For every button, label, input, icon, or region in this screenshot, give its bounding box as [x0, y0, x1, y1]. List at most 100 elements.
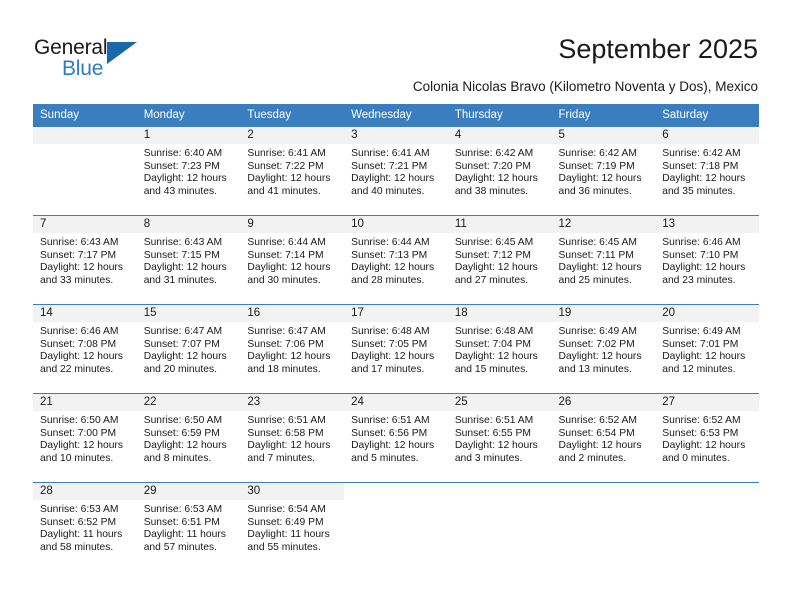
day-daylight-line-text: Daylight: 12 hours	[662, 351, 746, 363]
day-daylight-line-text: and 43 minutes.	[143, 185, 217, 197]
day-daylight-line-text: Daylight: 12 hours	[247, 173, 331, 185]
calendar-day-cell[interactable]: 26 Sunrise: 6:52 AM Sunset: 6:54 PM Dayligh…	[551, 393, 656, 483]
day-number: 3	[344, 127, 448, 144]
calendar-body: 1 Sunrise: 6:40 AM Sunset: 7:23 PM Daylight…	[33, 126, 759, 571]
day-sunrise-text: Sunrise: 6:51 AM	[454, 415, 534, 426]
calendar-day-cell[interactable]: 20 Sunrise: 6:49 AM Sunset: 7:01 PM Dayligh…	[655, 304, 759, 394]
calendar-day-cell[interactable]: 12 Sunrise: 6:45 AM Sunset: 7:11 PM Dayligh…	[551, 215, 656, 305]
day-daylight-line-text: Daylight: 12 hours	[247, 262, 331, 274]
day-number: 18	[447, 305, 552, 322]
calendar-day-cell[interactable]: 5 Sunrise: 6:42 AM Sunset: 7:19 PM Daylight…	[551, 126, 656, 216]
day-sunrise-text: Sunrise: 6:53 AM	[143, 504, 223, 515]
day-sun-info: Sunrise: 6:53 AM Sunset: 6:52 PM Daylight:…	[33, 500, 137, 554]
day-number: 12	[551, 216, 656, 233]
day-daylight-line-text: Daylight: 12 hours	[558, 440, 642, 452]
day-sunset-text: Sunset: 7:20 PM	[454, 160, 531, 172]
day-number: 28	[33, 483, 137, 500]
calendar-day-cell[interactable]: 6 Sunrise: 6:42 AM Sunset: 7:18 PM Daylight…	[655, 126, 759, 216]
day-sunrise-text: Sunrise: 6:51 AM	[351, 415, 430, 426]
calendar-day-cell[interactable]: 10 Sunrise: 6:44 AM Sunset: 7:13 PM Dayligh…	[344, 215, 448, 305]
day-sun-info: Sunrise: 6:51 AM Sunset: 6:58 PM Daylight:…	[240, 411, 344, 465]
day-sunset-text: Sunset: 7:12 PM	[454, 249, 531, 261]
calendar-day-cell[interactable]: 29 Sunrise: 6:53 AM Sunset: 6:51 PM Dayligh…	[136, 482, 241, 571]
day-daylight-line-text: and 31 minutes.	[143, 274, 217, 286]
calendar-day-cell[interactable]: 22 Sunrise: 6:50 AM Sunset: 6:59 PM Dayligh…	[136, 393, 241, 483]
day-sunrise-text: Sunrise: 6:49 AM	[662, 326, 741, 337]
day-number: 25	[447, 394, 552, 411]
calendar-grid: Sunday Monday Tuesday Wednesday Thursday…	[33, 104, 759, 571]
day-daylight-line-text: and 7 minutes.	[247, 452, 315, 464]
calendar-day-cell[interactable]: 21 Sunrise: 6:50 AM Sunset: 7:00 PM Dayligh…	[33, 393, 137, 483]
page-title: September 2025	[558, 34, 758, 64]
calendar-day-cell[interactable]: 11 Sunrise: 6:45 AM Sunset: 7:12 PM Dayligh…	[447, 215, 552, 305]
day-number: 26	[551, 394, 656, 411]
calendar-day-cell[interactable]: 9 Sunrise: 6:44 AM Sunset: 7:14 PM Daylight…	[240, 215, 345, 305]
calendar-day-cell[interactable]: 2 Sunrise: 6:41 AM Sunset: 7:22 PM Daylight…	[240, 126, 345, 216]
day-sunrise-text: Sunrise: 6:53 AM	[40, 504, 119, 515]
calendar-day-cell[interactable]: 17 Sunrise: 6:48 AM Sunset: 7:05 PM Dayligh…	[344, 304, 448, 394]
day-number: 23	[240, 394, 345, 411]
weekday-header-thursday: Thursday	[447, 104, 552, 127]
calendar-day-cell[interactable]: 15 Sunrise: 6:47 AM Sunset: 7:07 PM Dayligh…	[136, 304, 241, 394]
day-sun-info: Sunrise: 6:52 AM Sunset: 6:54 PM Daylight:…	[552, 411, 656, 465]
day-daylight-line-text: and 12 minutes.	[662, 363, 736, 375]
day-daylight-line-text: Daylight: 12 hours	[662, 173, 746, 185]
calendar-day-cell[interactable]	[33, 126, 137, 216]
day-sun-info: Sunrise: 6:43 AM Sunset: 7:17 PM Daylight:…	[33, 233, 137, 287]
day-daylight-line-text: Daylight: 12 hours	[143, 351, 227, 363]
day-sun-info: Sunrise: 6:50 AM Sunset: 6:59 PM Daylight:…	[137, 411, 241, 465]
page-subtitle: Colonia Nicolas Bravo (Kilometro Noventa…	[412, 79, 758, 94]
calendar-day-cell[interactable]: 18 Sunrise: 6:48 AM Sunset: 7:04 PM Dayligh…	[447, 304, 552, 394]
calendar-day-cell[interactable]: 24 Sunrise: 6:51 AM Sunset: 6:56 PM Dayligh…	[344, 393, 448, 483]
day-sunrise-text: Sunrise: 6:50 AM	[143, 415, 223, 426]
calendar-page: General Blue September 2025 Colonia Nico…	[0, 0, 792, 612]
day-sunset-text: Sunset: 7:10 PM	[662, 249, 739, 261]
day-sun-info: Sunrise: 6:42 AM Sunset: 7:20 PM Daylight:…	[448, 144, 552, 198]
calendar-day-cell[interactable]: 1 Sunrise: 6:40 AM Sunset: 7:23 PM Daylight…	[136, 126, 241, 216]
calendar-day-cell[interactable]: 23 Sunrise: 6:51 AM Sunset: 6:58 PM Dayligh…	[240, 393, 345, 483]
day-sunset-text: Sunset: 7:15 PM	[143, 249, 220, 261]
calendar-day-cell[interactable]: 13 Sunrise: 6:46 AM Sunset: 7:10 PM Dayligh…	[655, 215, 759, 305]
day-sunset-text: Sunset: 7:06 PM	[247, 338, 324, 350]
calendar-day-cell[interactable]	[551, 482, 656, 571]
calendar-day-cell[interactable]: 27 Sunrise: 6:52 AM Sunset: 6:53 PM Dayligh…	[655, 393, 759, 483]
logo-text-blue: Blue	[62, 57, 104, 80]
day-sunset-text: Sunset: 6:59 PM	[143, 427, 220, 439]
day-number	[447, 483, 552, 500]
day-daylight-line-text: and 55 minutes.	[247, 541, 321, 553]
calendar-day-cell[interactable]: 16 Sunrise: 6:47 AM Sunset: 7:06 PM Dayligh…	[240, 304, 345, 394]
calendar-day-cell[interactable]	[447, 482, 552, 571]
calendar-day-cell[interactable]	[344, 482, 448, 571]
calendar-day-cell[interactable]: 4 Sunrise: 6:42 AM Sunset: 7:20 PM Daylight…	[447, 126, 552, 216]
day-daylight-line-text: and 36 minutes.	[558, 185, 632, 197]
day-sun-info: Sunrise: 6:50 AM Sunset: 7:00 PM Daylight:…	[33, 411, 137, 465]
day-daylight-line-text: Daylight: 11 hours	[40, 529, 123, 541]
calendar-day-cell[interactable]: 3 Sunrise: 6:41 AM Sunset: 7:21 PM Daylight…	[344, 126, 448, 216]
day-sunrise-text: Sunrise: 6:44 AM	[351, 237, 430, 248]
calendar-day-cell[interactable]: 28 Sunrise: 6:53 AM Sunset: 6:52 PM Dayligh…	[33, 482, 137, 571]
day-number: 13	[655, 216, 759, 233]
calendar-day-cell[interactable]: 30 Sunrise: 6:54 AM Sunset: 6:49 PM Dayligh…	[240, 482, 345, 571]
day-sun-info: Sunrise: 6:46 AM Sunset: 7:10 PM Daylight:…	[655, 233, 759, 287]
day-daylight-line-text: and 35 minutes.	[662, 185, 736, 197]
day-sun-info: Sunrise: 6:45 AM Sunset: 7:12 PM Daylight:…	[448, 233, 552, 287]
calendar-week-row: 14 Sunrise: 6:46 AM Sunset: 7:08 PM Dayligh…	[33, 304, 759, 394]
day-daylight-line-text: and 23 minutes.	[662, 274, 736, 286]
calendar-day-cell[interactable]: 25 Sunrise: 6:51 AM Sunset: 6:55 PM Dayligh…	[447, 393, 552, 483]
calendar-day-cell[interactable]: 14 Sunrise: 6:46 AM Sunset: 7:08 PM Dayligh…	[33, 304, 137, 394]
general-blue-logo[interactable]: General Blue	[34, 36, 164, 88]
day-number: 24	[344, 394, 448, 411]
calendar-day-cell[interactable]: 19 Sunrise: 6:49 AM Sunset: 7:02 PM Dayligh…	[551, 304, 656, 394]
calendar-day-cell[interactable]	[655, 482, 759, 571]
day-daylight-line-text: and 41 minutes.	[247, 185, 321, 197]
day-sunrise-text: Sunrise: 6:40 AM	[143, 148, 223, 159]
day-sunset-text: Sunset: 7:14 PM	[247, 249, 324, 261]
day-sunset-text: Sunset: 6:51 PM	[143, 516, 220, 528]
day-number: 19	[551, 305, 656, 322]
day-daylight-line-text: Daylight: 12 hours	[40, 262, 123, 274]
day-daylight-line-text: and 8 minutes.	[143, 452, 212, 464]
day-daylight-line-text: Daylight: 12 hours	[351, 440, 435, 452]
day-number: 14	[33, 305, 137, 322]
calendar-day-cell[interactable]: 8 Sunrise: 6:43 AM Sunset: 7:15 PM Daylight…	[136, 215, 241, 305]
calendar-day-cell[interactable]: 7 Sunrise: 6:43 AM Sunset: 7:17 PM Daylight…	[33, 215, 137, 305]
